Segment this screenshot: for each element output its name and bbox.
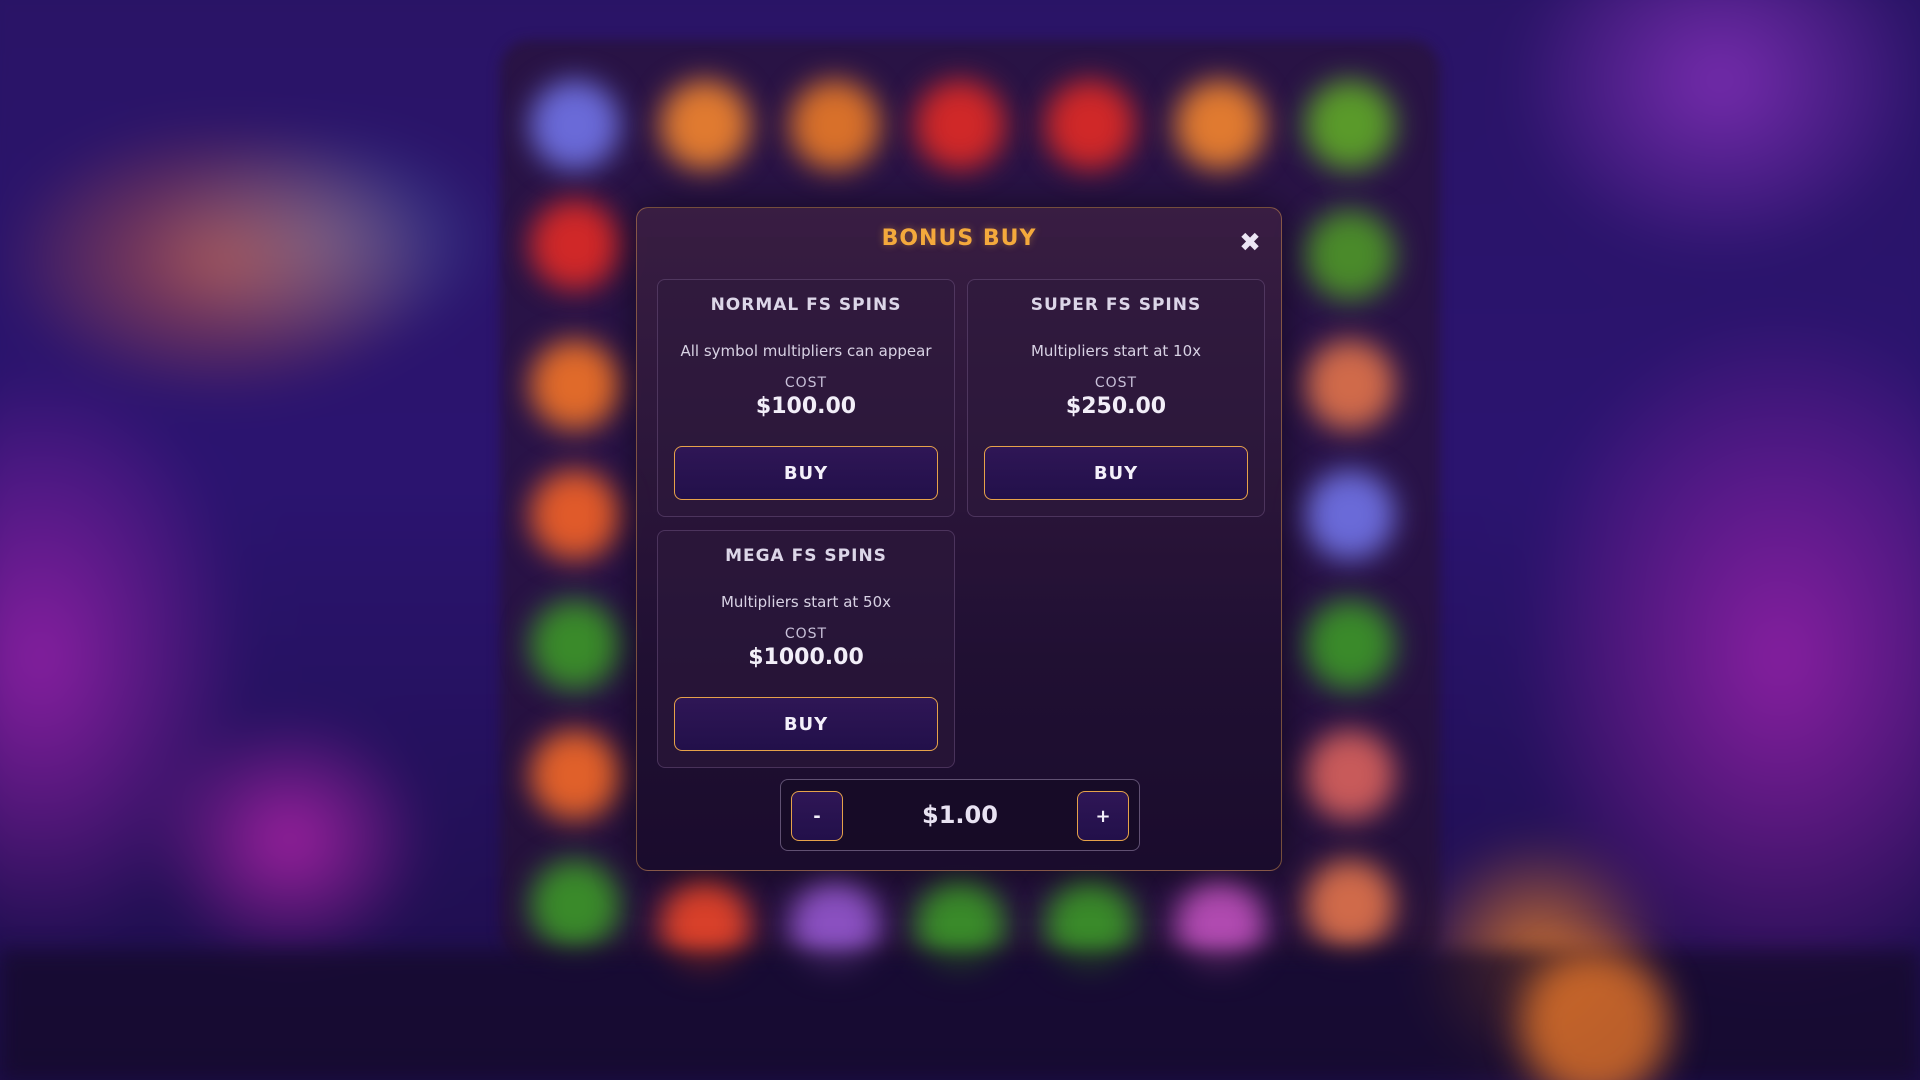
bet-value: $1.00 [922, 801, 998, 829]
buy-button-super[interactable]: BUY [984, 446, 1248, 500]
option-title: SUPER FS SPINS [1030, 295, 1202, 315]
blurred-symbol [1305, 470, 1395, 560]
blurred-symbol [530, 80, 620, 170]
buy-button-normal[interactable]: BUY [674, 446, 938, 500]
blurred-symbol [530, 600, 620, 690]
option-description: All symbol multipliers can appear [680, 342, 932, 360]
option-card-super: SUPER FS SPINS Multipliers start at 10x … [967, 279, 1265, 517]
buy-button-mega[interactable]: BUY [674, 697, 938, 751]
increase-bet-button[interactable]: + [1077, 791, 1129, 841]
blurred-symbol [1305, 600, 1395, 690]
cost-label: COST [784, 375, 828, 391]
bonus-buy-modal: BONUS BUY ✖ NORMAL FS SPINS All symbol m… [636, 207, 1282, 871]
blurred-symbol [530, 470, 620, 560]
blurred-symbol [790, 80, 880, 170]
blurred-symbol [1305, 730, 1395, 820]
cost-label: COST [784, 626, 828, 642]
option-card-mega: MEGA FS SPINS Multipliers start at 50x C… [657, 530, 955, 768]
cost-value: $1000.00 [748, 645, 864, 670]
blurred-symbol [1045, 80, 1135, 170]
cost-label: COST [1094, 375, 1138, 391]
option-title: MEGA FS SPINS [725, 546, 887, 566]
blurred-symbol [530, 200, 620, 290]
option-card-normal: NORMAL FS SPINS All symbol multipliers c… [657, 279, 955, 517]
modal-title: BONUS BUY [881, 226, 1037, 251]
option-title: NORMAL FS SPINS [710, 295, 902, 315]
blurred-symbol [530, 860, 620, 950]
blurred-symbol [1305, 860, 1395, 950]
blurred-symbol [1305, 210, 1395, 300]
blurred-symbol [1305, 80, 1395, 170]
blurred-symbol [915, 80, 1005, 170]
bet-stepper: - $1.00 + [780, 779, 1140, 851]
cost-value: $250.00 [1065, 394, 1167, 419]
option-description: Multipliers start at 50x [720, 593, 891, 611]
blurred-symbol [530, 730, 620, 820]
game-screen: BONUS BUY ✖ NORMAL FS SPINS All symbol m… [0, 0, 1920, 1080]
decrease-bet-button[interactable]: - [791, 791, 843, 841]
blurred-symbol [1175, 80, 1265, 170]
cost-value: $100.00 [755, 394, 857, 419]
blurred-symbol [530, 340, 620, 430]
blurred-symbol [1305, 340, 1395, 430]
close-icon[interactable]: ✖ [1237, 230, 1263, 256]
blurred-symbol [660, 80, 750, 170]
option-description: Multipliers start at 10x [1030, 342, 1201, 360]
